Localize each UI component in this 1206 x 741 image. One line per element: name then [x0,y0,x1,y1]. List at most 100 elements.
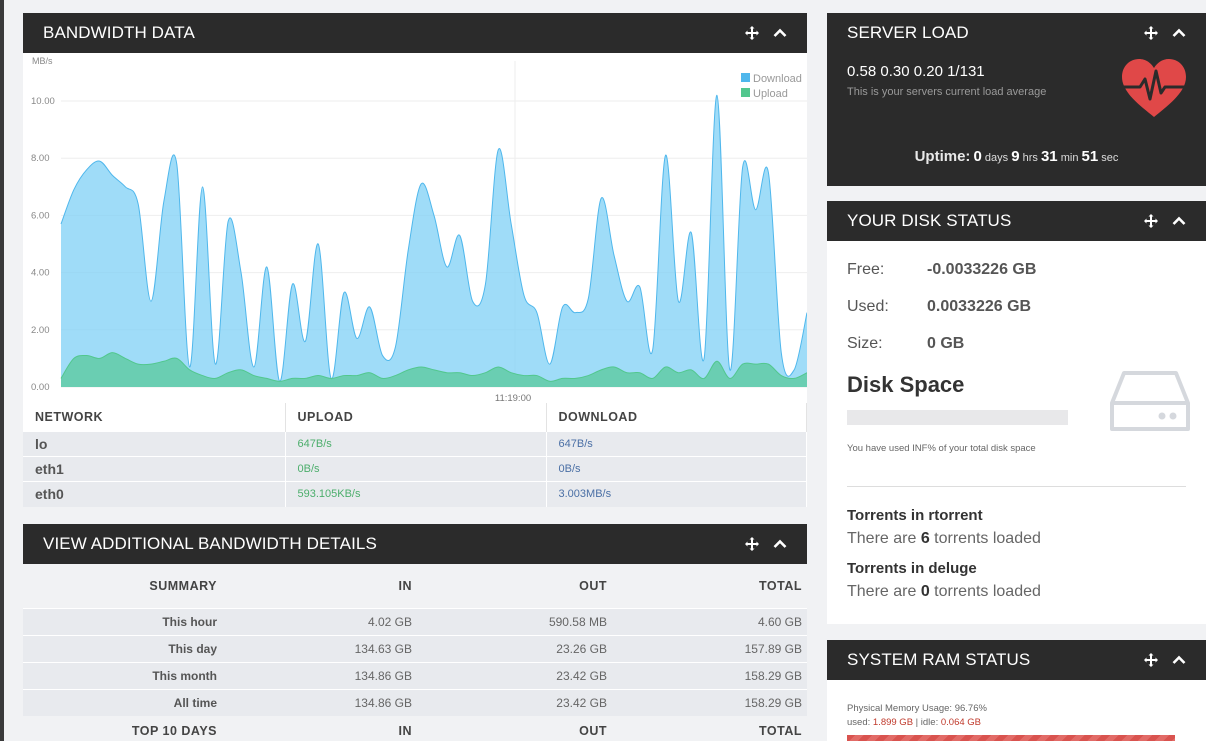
ram-idle-value: 0.064 GB [940,717,981,728]
disk-size-row: Size: 0 GB [847,335,1186,353]
disk-status-header: YOUR DISK STATUS [827,201,1206,241]
table-row: eth1 0B/s 0B/s [23,456,807,482]
disk-free-row: Free: -0.0033226 GB [847,261,1186,279]
download-col-header: DOWNLOAD [546,403,807,432]
uptime-sec-unit: sec [1101,152,1119,164]
ram-status-header: SYSTEM RAM STATUS [827,640,1206,680]
disk-used-label: Used: [847,298,889,315]
bandwidth-panel-header: BANDWIDTH DATA [23,13,807,53]
top-days-col-header: TOP 10 DAYS [23,716,222,738]
ram-used-value: 1.899 GB [872,717,914,728]
y-tick-label: 8.00 [31,153,50,164]
disk-size-label: Size: [847,335,883,352]
collapse-chevron-icon[interactable] [1172,216,1186,226]
server-load-panel: SERVER LOAD 0.58 0.30 0.20 1/131 This is… [827,13,1206,186]
uptime-hrs: 9 [1011,148,1020,165]
move-icon[interactable] [745,26,759,40]
collapse-chevron-icon[interactable] [1172,655,1186,665]
additional-panel-title: VIEW ADDITIONAL BANDWIDTH DETAILS [43,534,377,553]
summary-label: This hour [23,607,222,635]
chart-legend: Download Upload [741,73,802,100]
rtorrent-status: There are 6 torrents loaded [847,530,1186,548]
summary-out: 590.58 MB [417,607,612,635]
additional-panel-header: VIEW ADDITIONAL BANDWIDTH DETAILS [23,524,807,564]
disk-usage-bar [847,410,1068,425]
summary-label: All time [23,688,222,716]
ram-used-idle-line: used: 1.899 GB | idle: 0.064 GB [847,716,1186,730]
additional-bandwidth-panel: VIEW ADDITIONAL BANDWIDTH DETAILS SUMMAR… [23,524,807,738]
summary-total: 157.89 GB [612,634,807,662]
summary-in: 134.86 GB [222,661,417,689]
summary-total: 158.29 GB [612,661,807,689]
summary-total: 158.29 GB [612,688,807,716]
deluge-suffix: torrents loaded [929,583,1041,600]
table-row: This hour 4.02 GB 590.58 MB 4.60 GB [23,607,807,635]
summary-out: 23.42 GB [417,661,612,689]
top-total-col-header: TOTAL [612,716,807,738]
iface-download: 647B/s [546,431,807,457]
deluge-status: There are 0 torrents loaded [847,583,1186,601]
ram-used-label: used: [847,717,873,728]
rtorrent-prefix: There are [847,530,921,547]
summary-out: 23.26 GB [417,634,612,662]
left-edge-bar [0,0,4,741]
table-row: eth0 593.105KB/s 3.003MB/s [23,481,807,507]
legend-download-swatch [741,73,750,82]
y-tick-label: 10.00 [31,96,55,107]
legend-upload-label: Upload [753,88,788,100]
deluge-heading: Torrents in deluge [847,560,977,577]
disk-status-panel: YOUR DISK STATUS Free: -0.0033226 GB Use… [827,201,1206,624]
rtorrent-suffix: torrents loaded [929,530,1041,547]
summary-label: This day [23,634,222,662]
iface-name: eth0 [23,481,286,507]
top-days-header-row: TOP 10 DAYS IN OUT TOTAL [23,716,807,738]
ram-status-panel: SYSTEM RAM STATUS Physical Memory Usage:… [827,640,1206,741]
disk-status-title: YOUR DISK STATUS [847,211,1012,230]
total-col-header: TOTAL [612,564,807,608]
y-tick-label: 4.00 [31,268,50,279]
collapse-chevron-icon[interactable] [1172,28,1186,38]
table-row: This month 134.86 GB 23.42 GB 158.29 GB [23,661,807,689]
summary-label: This month [23,661,222,689]
upload-col-header: UPLOAD [285,403,547,432]
collapse-chevron-icon[interactable] [773,28,787,38]
server-load-title: SERVER LOAD [847,23,969,42]
uptime-min: 31 [1040,148,1058,165]
collapse-chevron-icon[interactable] [773,539,787,549]
summary-total: 4.60 GB [612,607,807,635]
move-icon[interactable] [745,537,759,551]
iface-upload: 593.105KB/s [285,481,547,507]
divider [847,486,1186,487]
move-icon[interactable] [1144,653,1158,667]
disk-used-row: Used: 0.0033226 GB [847,298,1186,316]
disk-usage-note: You have used INF% of your total disk sp… [847,443,1036,454]
disk-size-value: 0 GB [927,335,965,352]
y-tick-label: 0.00 [31,382,50,393]
bandwidth-data-panel: BANDWIDTH DATA 0.00 2.00 4.00 6.00 8.00 10.00… [23,13,807,507]
disk-used-value: 0.0033226 GB [927,298,1032,315]
disk-free-value: -0.0033226 GB [927,261,1037,278]
bandwidth-panel-title: BANDWIDTH DATA [43,23,195,42]
top-in-col-header: IN [222,716,417,738]
move-icon[interactable] [1144,214,1158,228]
chart-x-tick: 11:19:00 [495,393,531,403]
uptime-hrs-unit: hrs [1022,152,1038,164]
bandwidth-chart-svg: 0.00 2.00 4.00 6.00 8.00 10.00 MB/s Download … [31,56,807,403]
iface-name: lo [23,431,286,457]
chart-y-unit: MB/s [32,56,53,66]
ram-usage-bar [847,735,1176,741]
table-row: This day 134.63 GB 23.26 GB 157.89 GB [23,634,807,662]
move-icon[interactable] [1144,26,1158,40]
in-col-header: IN [222,564,417,608]
iface-download: 3.003MB/s [546,481,807,507]
deluge-prefix: There are [847,583,921,600]
uptime-sec: 51 [1081,148,1099,165]
deluge-count: 0 [920,583,930,600]
iface-upload: 0B/s [285,456,547,482]
uptime-days-unit: days [984,152,1009,164]
ram-idle-label: | idle: [913,717,941,728]
rtorrent-heading: Torrents in rtorrent [847,507,983,524]
iface-upload: 647B/s [285,431,547,457]
table-row: lo 647B/s 647B/s [23,431,807,457]
network-col-header: NETWORK [23,403,286,432]
